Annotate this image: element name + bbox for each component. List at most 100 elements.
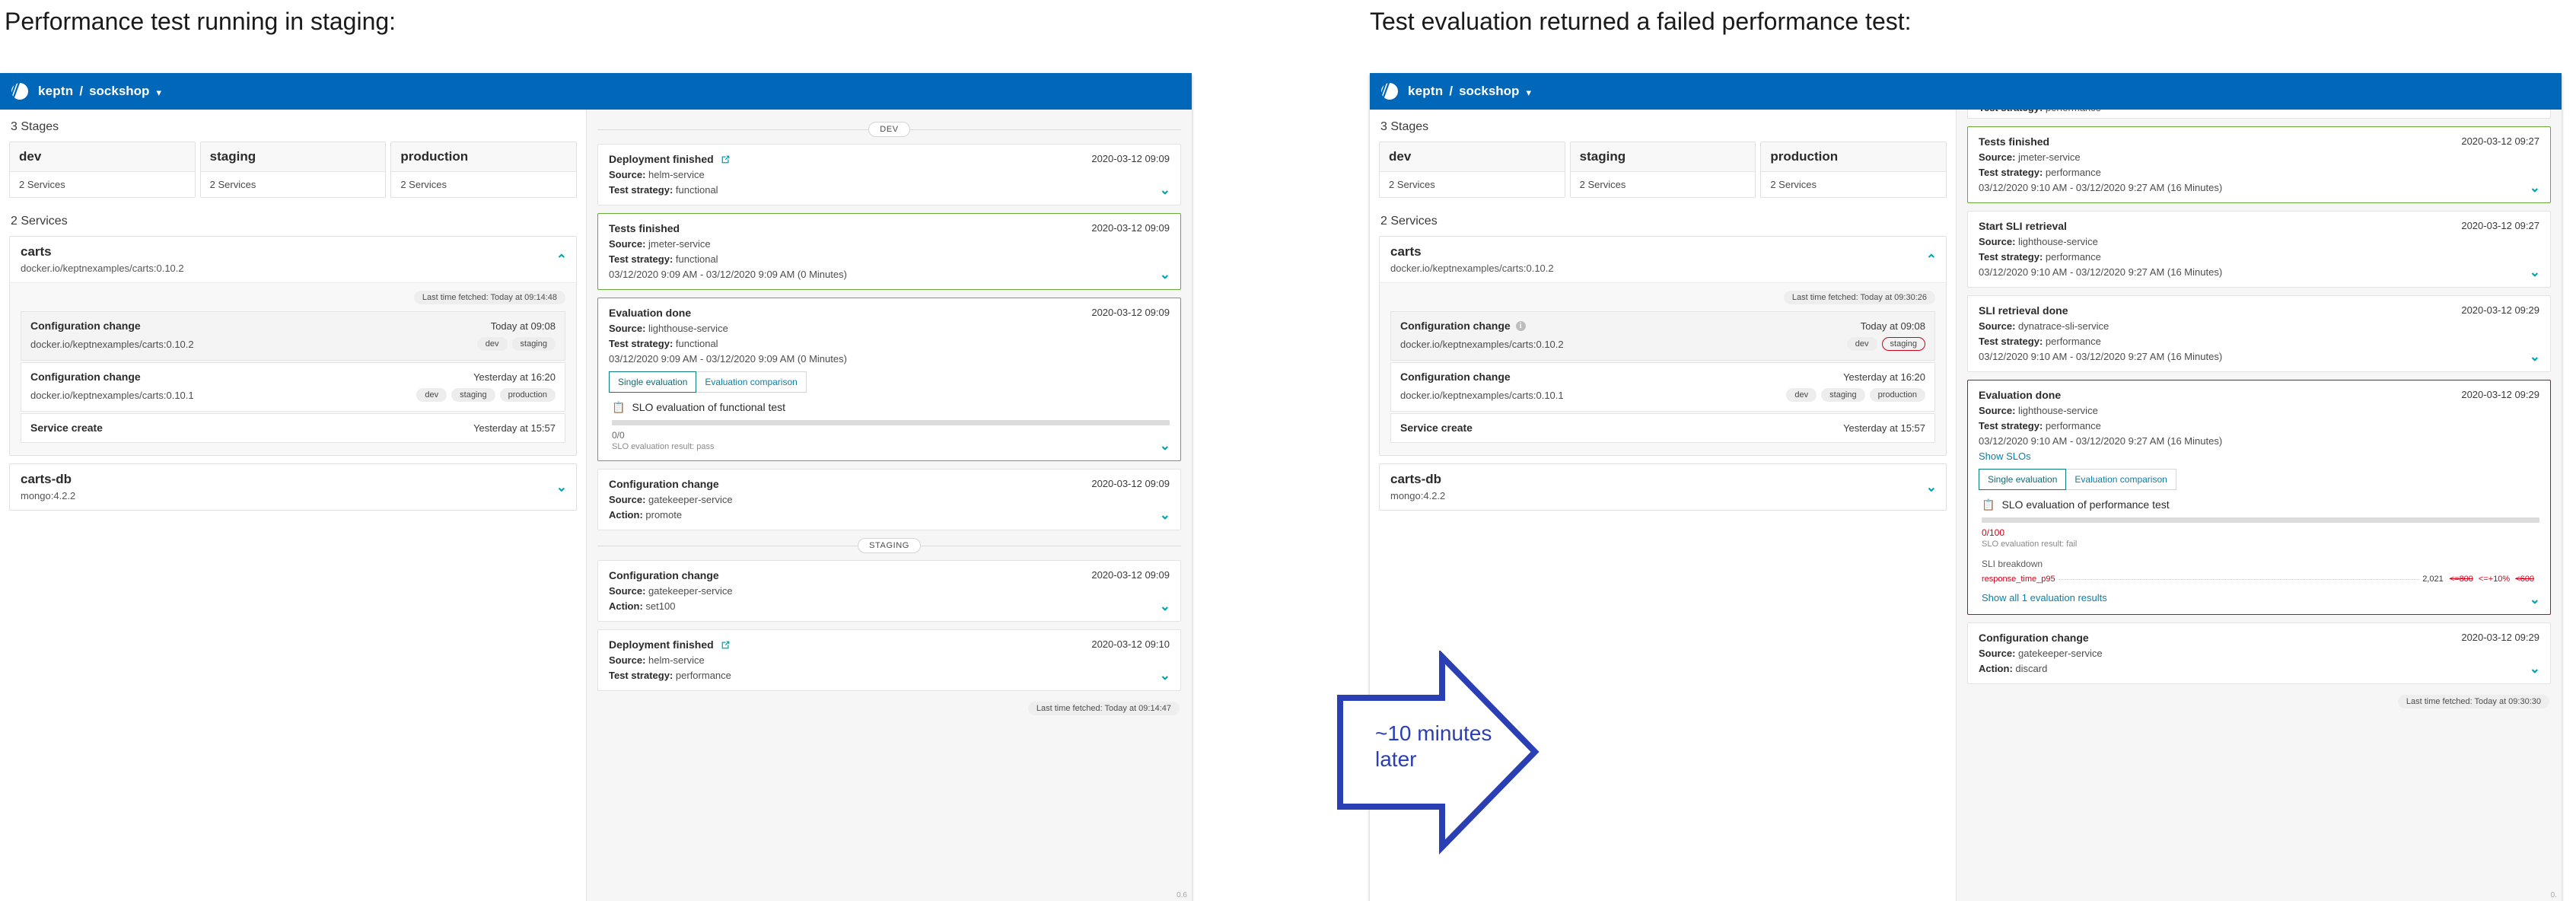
stage-badges: dev staging production (1786, 388, 1925, 402)
timeline-card-range: 03/12/2020 9:10 AM - 03/12/2020 9:27 AM … (1979, 351, 2223, 362)
timeline-card-sli-retrieval-done[interactable]: SLI retrieval done 2020-03-12 09:29 Source… (1967, 295, 2551, 372)
stage-badge-staging[interactable]: staging (1881, 337, 1925, 351)
stage-badge-staging[interactable]: staging (451, 388, 495, 402)
service-event-row[interactable]: Configuration change Yesterday at 16:20 do… (1390, 362, 1935, 412)
timeline-card-evaluation-done[interactable]: Evaluation done 2020-03-12 09:29 Source: l… (1967, 380, 2551, 615)
timeline-card-title: Evaluation done (609, 307, 692, 319)
stage-card-staging[interactable]: staging 2 Services (1569, 142, 1756, 198)
chevron-down-icon[interactable]: ⌄ (1160, 600, 1170, 613)
single-evaluation-tab[interactable]: Single evaluation (609, 371, 697, 393)
timeline-card-header: SLI retrieval done 2020-03-12 09:29 (1979, 304, 2539, 317)
chevron-up-icon[interactable]: ⌃ (1926, 253, 1937, 266)
service-card-body: Last time fetched: Today at 09:30:26 Conf… (1380, 282, 1946, 455)
show-all-results-link[interactable]: Show all 1 evaluation results (1982, 592, 2107, 603)
timeline-scroll-right[interactable]: Test strategy: performance⌄Tests finishe… (1957, 110, 2562, 901)
timeline-card-title: SLI retrieval done (1979, 304, 2068, 317)
chevron-down-icon[interactable]: ⌄ (1160, 183, 1170, 196)
brand-label[interactable]: keptn (38, 84, 73, 99)
line-key: Test strategy: (1979, 251, 2043, 263)
stage-badge-staging[interactable]: staging (1821, 388, 1865, 402)
chevron-down-icon[interactable]: ⌄ (2530, 593, 2540, 606)
stage-card-production[interactable]: production 2 Services (390, 142, 578, 198)
services-count-label: 2 Services (1380, 215, 1438, 228)
timeline-card-configuration-change[interactable]: Configuration change 2020-03-12 09:09 Sour… (597, 560, 1181, 622)
stage-card-production[interactable]: production 2 Services (1760, 142, 1947, 198)
timeline-card-start-sli-retrieval[interactable]: Start SLI retrieval 2020-03-12 09:27 Sourc… (1967, 211, 2551, 288)
service-card-header[interactable]: carts-db mongo:4.2.2 ⌄ (1380, 464, 1946, 510)
external-link-icon[interactable] (721, 640, 731, 650)
breadcrumb-separator: / (1449, 84, 1454, 98)
timeline-card-header: Deployment finished 2020-03-12 09:09 (609, 153, 1170, 165)
chevron-down-icon[interactable]: ▾ (1526, 88, 1531, 97)
service-event-row[interactable]: Service create Yesterday at 15:57 (21, 413, 565, 443)
stage-badge-dev[interactable]: dev (476, 337, 508, 351)
timeline-card-partial[interactable]: Test strategy: performance⌄ (1967, 110, 2551, 119)
service-card-header[interactable]: carts-db mongo:4.2.2 ⌄ (10, 464, 576, 510)
service-event-row[interactable]: Configuration change Yesterday at 16:20 do… (21, 362, 565, 412)
info-icon[interactable]: i (1515, 320, 1526, 331)
service-event-row[interactable]: Service create Yesterday at 15:57 (1390, 413, 1935, 443)
timeline-card-configuration-change[interactable]: Configuration change 2020-03-12 09:29 Sour… (1967, 622, 2551, 684)
timeline-card-line: Test strategy: performance (1979, 110, 2539, 113)
stage-card-dev[interactable]: dev 2 Services (9, 142, 196, 198)
service-card-header[interactable]: carts docker.io/keptnexamples/carts:0.10.… (1380, 237, 1946, 282)
timeline-card-title-wrap: Evaluation done (1979, 389, 2061, 401)
stage-name: staging (1570, 142, 1756, 172)
line-key: Test strategy: (609, 670, 673, 681)
stage-badge-staging[interactable]: staging (511, 337, 556, 351)
service-card-carts: carts docker.io/keptnexamples/carts:0.10.… (9, 236, 577, 456)
chevron-up-icon[interactable]: ⌃ (556, 253, 567, 266)
service-event-row[interactable]: Configuration change Today at 09:08 docker… (21, 311, 565, 361)
stage-badge-dev[interactable]: dev (1786, 388, 1817, 402)
chevron-down-icon[interactable]: ⌄ (1160, 439, 1170, 452)
chevron-down-icon[interactable]: ⌄ (2530, 266, 2540, 279)
timeline-card-configuration-change[interactable]: Configuration change 2020-03-12 09:09 Sour… (597, 469, 1181, 530)
stage-badge-production[interactable]: production (1869, 388, 1925, 402)
stage-services-count: 2 Services (1579, 179, 1626, 190)
chevron-down-icon[interactable]: ⌄ (2530, 662, 2540, 675)
chevron-down-icon[interactable]: ⌄ (2530, 350, 2540, 363)
slo-result: SLO evaluation result: pass (612, 442, 715, 451)
service-event-row[interactable]: Configuration change i Today at 09:08 docke… (1390, 311, 1935, 361)
timeline-card-tests-finished[interactable]: Tests finished 2020-03-12 09:27 Source: jm… (1967, 126, 2551, 203)
timeline-card-header: Tests finished 2020-03-12 09:09 (609, 222, 1170, 234)
external-link-icon[interactable] (721, 154, 731, 164)
timeline-card-line: Action: promote (609, 509, 683, 521)
slo-progress-bar (612, 420, 1170, 425)
timeline-card-tests-finished[interactable]: Tests finished 2020-03-12 09:09 Source: jm… (597, 213, 1181, 290)
event-header: Configuration change i Today at 09:08 (1400, 320, 1925, 332)
chevron-down-icon[interactable]: ▾ (156, 88, 161, 97)
timeline-card-deployment-finished[interactable]: Deployment finished 2020-03-12 09:10 Sourc… (597, 629, 1181, 691)
keptn-logo-icon (1380, 83, 1398, 100)
stage-card-staging[interactable]: staging 2 Services (199, 142, 387, 198)
stage-badge-dev[interactable]: dev (1846, 337, 1877, 351)
timeline-scroll-left[interactable]: DEV Deployment finished 2020-03-12 09:09 So… (587, 110, 1192, 901)
single-evaluation-tab[interactable]: Single evaluation (1979, 469, 2067, 490)
timeline-card-evaluation-done[interactable]: Evaluation done 2020-03-12 09:09 Source: l… (597, 298, 1181, 461)
evaluation-comparison-tab[interactable]: Evaluation comparison (696, 371, 807, 393)
event-name: Configuration change (30, 320, 141, 332)
brand-label[interactable]: keptn (1408, 84, 1443, 99)
line-key: Source: (609, 654, 646, 666)
chevron-down-icon[interactable]: ⌄ (2530, 181, 2540, 194)
show-slos-link[interactable]: Show SLOs (1979, 450, 2539, 462)
project-label[interactable]: sockshop (89, 84, 149, 99)
page-root: Performance test running in staging: Tes… (0, 0, 2576, 901)
chevron-down-icon[interactable]: ⌄ (1160, 669, 1170, 682)
service-card-header[interactable]: carts docker.io/keptnexamples/carts:0.10.… (10, 237, 576, 282)
timeline-card-title-wrap: Evaluation done (609, 307, 691, 319)
chevron-down-icon[interactable]: ⌄ (1160, 268, 1170, 281)
stage-services-count: 2 Services (1389, 179, 1435, 190)
stages-section-left: 3 Stages dev 2 Services staging 2 Services pr… (9, 120, 578, 198)
chevron-down-icon[interactable]: ⌄ (1926, 481, 1937, 494)
timeline-card-line: Test strategy: performance (1979, 420, 2101, 431)
stage-card-dev[interactable]: dev 2 Services (1379, 142, 1565, 198)
timeline-card-date: 2020-03-12 09:27 (2461, 220, 2539, 231)
chevron-down-icon[interactable]: ⌄ (1160, 508, 1170, 521)
stage-badge-production[interactable]: production (499, 388, 556, 402)
timeline-card-deployment-finished[interactable]: Deployment finished 2020-03-12 09:09 Sourc… (597, 144, 1181, 205)
evaluation-comparison-tab[interactable]: Evaluation comparison (2066, 469, 2176, 490)
stage-badge-dev[interactable]: dev (416, 388, 447, 402)
chevron-down-icon[interactable]: ⌄ (556, 481, 567, 494)
project-label[interactable]: sockshop (1459, 84, 1519, 99)
